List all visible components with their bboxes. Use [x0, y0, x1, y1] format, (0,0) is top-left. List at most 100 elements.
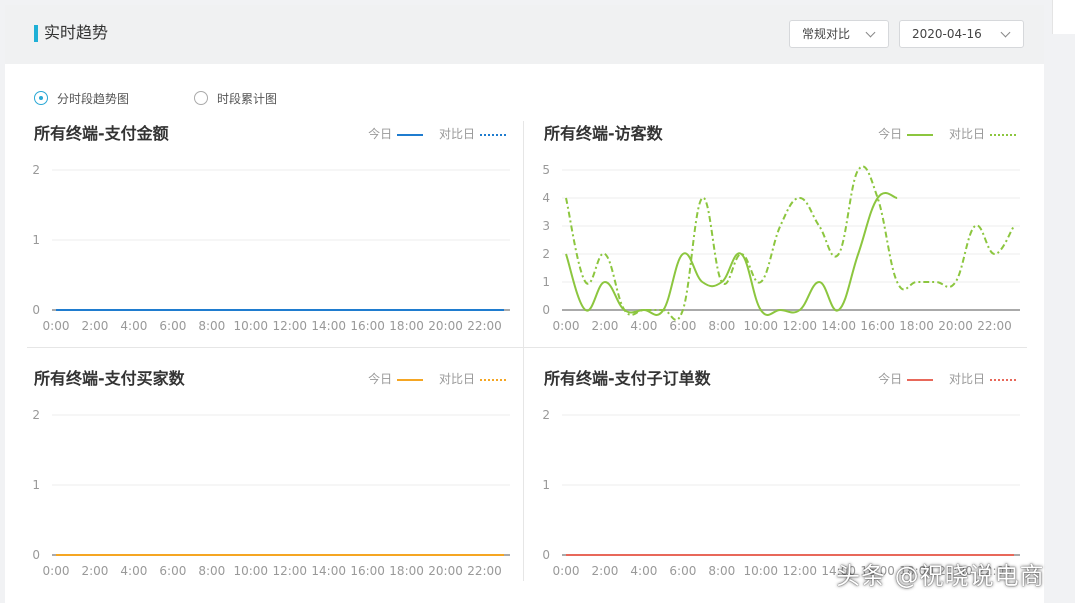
- x-tick-label: 8:00: [198, 319, 225, 333]
- x-tick-label: 2:00: [81, 319, 108, 333]
- chevron-down-icon: [865, 27, 876, 38]
- legend-swatch: [990, 133, 1016, 136]
- chart-title: 所有终端-支付买家数: [34, 369, 185, 388]
- legend-label: 对比日: [438, 127, 475, 141]
- legend-label: 今日: [368, 127, 393, 141]
- page-title: 实时趋势: [44, 23, 109, 42]
- x-tick-label: 6:00: [159, 319, 186, 333]
- date-value: 2020-04-16: [912, 27, 982, 41]
- y-tick-label: 4: [542, 191, 550, 205]
- legend-label: 对比日: [948, 372, 985, 386]
- x-tick-label: 20:00: [428, 319, 463, 333]
- legend-swatch: [907, 378, 934, 381]
- legend-swatch: [397, 133, 424, 136]
- chart-legend: 今日 对比日: [356, 372, 506, 386]
- x-tick-label: 0:00: [43, 564, 70, 578]
- radio-selected-icon[interactable]: [34, 91, 48, 105]
- chart-title: 所有终端-访客数: [544, 124, 663, 143]
- x-tick-label: 6:00: [669, 564, 696, 578]
- x-tick-label: 20:00: [938, 319, 973, 333]
- legend-item-compare[interactable]: 对比日: [949, 127, 1016, 141]
- x-tick-label: 8:00: [708, 319, 735, 333]
- x-tick-label: 0:00: [553, 564, 580, 578]
- legend-swatch: [907, 133, 934, 136]
- legend-swatch: [480, 378, 506, 381]
- legend-item-today[interactable]: 今日: [368, 372, 424, 386]
- compare-mode-value: 常规对比: [802, 27, 851, 41]
- x-tick-label: 4:00: [630, 564, 657, 578]
- x-tick-label: 16:00: [860, 319, 895, 333]
- legend-label: 对比日: [948, 127, 985, 141]
- legend-swatch: [990, 378, 1016, 381]
- y-tick-label: 0: [32, 303, 40, 317]
- x-tick-label: 0:00: [553, 319, 580, 333]
- panel-divider-horizontal: [27, 347, 1027, 348]
- title-accent-bar: [34, 25, 38, 42]
- x-tick-label: 22:00: [467, 564, 502, 578]
- x-tick-label: 10:00: [233, 564, 268, 578]
- x-tick-label: 14:00: [311, 564, 346, 578]
- x-tick-label: 18:00: [389, 319, 424, 333]
- y-tick-label: 1: [542, 478, 550, 492]
- y-tick-label: 1: [32, 233, 40, 247]
- chart-legend: 今日 对比日: [866, 372, 1016, 386]
- card-header: 实时趋势 常规对比 2020-04-16: [5, 5, 1044, 64]
- y-tick-label: 2: [32, 163, 40, 177]
- y-tick-label: 2: [542, 408, 550, 422]
- x-tick-label: 18:00: [389, 564, 424, 578]
- x-tick-label: 2:00: [81, 564, 108, 578]
- radio-unselected-icon[interactable]: [194, 91, 208, 105]
- x-tick-label: 0:00: [43, 319, 70, 333]
- legend-item-today[interactable]: 今日: [878, 372, 934, 386]
- legend-item-today[interactable]: 今日: [878, 127, 934, 141]
- chart-title: 所有终端-支付子订单数: [544, 369, 711, 388]
- chart-svg: 0 1 2 3 4 5 0:00 2:00 4:00 6:00 8:00 10:00 12:00 14:0…: [542, 163, 1020, 333]
- view-option-label: 时段累计图: [217, 92, 278, 106]
- chart-panel-paying-buyers: 0 1 2 0:00 2:00 4:00 6:00 8:00 10:00 12:00 14:00 16…: [32, 368, 524, 588]
- x-tick-label: 22:00: [467, 319, 502, 333]
- x-tick-label: 16:00: [350, 564, 385, 578]
- chart-panel-payment-amount: 0 1 2 0:00 2:00 4:00 6:00 8:00 10:00 12:00 14:00 16…: [32, 123, 524, 343]
- chevron-down-icon: [1000, 27, 1011, 38]
- y-tick-label: 0: [542, 303, 550, 317]
- x-tick-label: 4:00: [630, 319, 657, 333]
- x-tick-label: 16:00: [350, 319, 385, 333]
- chart-legend: 今日 对比日: [866, 127, 1016, 141]
- x-tick-label: 12:00: [782, 319, 817, 333]
- x-tick-label: 22:00: [977, 319, 1012, 333]
- legend-item-compare[interactable]: 对比日: [439, 127, 506, 141]
- x-tick-label: 12:00: [782, 564, 817, 578]
- x-tick-label: 10:00: [233, 319, 268, 333]
- date-select[interactable]: 2020-04-16: [899, 20, 1024, 48]
- x-tick-label: 6:00: [159, 564, 186, 578]
- chart-panel-visitors: 0 1 2 3 4 5 0:00 2:00 4:00 6:00 8:00 10:00 12:00 14:0…: [542, 123, 1034, 343]
- x-tick-label: 8:00: [708, 564, 735, 578]
- chart-svg: 0120:00 2:00 4:00 6:00 8:00 10:00 12:00 14:00 16…: [32, 408, 510, 578]
- chart-svg: 0120:00 2:00 4:00 6:00 8:00 10:00 12:00 14:00 16…: [32, 163, 510, 333]
- right-edge-panel: [1052, 0, 1075, 34]
- x-tick-label: 8:00: [198, 564, 225, 578]
- y-tick-label: 5: [542, 163, 550, 177]
- chart-legend: 今日 对比日: [356, 127, 506, 141]
- legend-item-compare[interactable]: 对比日: [949, 372, 1016, 386]
- x-tick-label: 2:00: [591, 319, 618, 333]
- legend-item-compare[interactable]: 对比日: [439, 372, 506, 386]
- legend-item-today[interactable]: 今日: [368, 127, 424, 141]
- x-tick-label: 10:00: [743, 564, 778, 578]
- x-tick-label: 14:00: [821, 319, 856, 333]
- legend-swatch: [397, 378, 424, 381]
- y-tick-label: 1: [542, 275, 550, 289]
- x-tick-label: 10:00: [743, 319, 778, 333]
- x-tick-label: 6:00: [669, 319, 696, 333]
- chart-title: 所有终端-支付金额: [34, 124, 169, 143]
- chart-svg: 0120:00 2:00 4:00 6:00 8:00 10:00 12:00 14:00 16…: [542, 408, 1020, 578]
- x-tick-label: 12:00: [272, 564, 307, 578]
- compare-mode-select[interactable]: 常规对比: [789, 20, 889, 48]
- y-tick-label: 1: [32, 478, 40, 492]
- x-tick-label: 12:00: [272, 319, 307, 333]
- chart-panel-paid-sub-orders: 0 1 2 0:00 2:00 4:00 6:00 8:00 10:00 12:00 14:00 16…: [542, 368, 1034, 588]
- legend-label: 今日: [878, 372, 903, 386]
- view-option-label: 分时段趋势图: [57, 92, 130, 106]
- y-tick-label: 0: [542, 548, 550, 562]
- x-tick-label: 4:00: [120, 319, 147, 333]
